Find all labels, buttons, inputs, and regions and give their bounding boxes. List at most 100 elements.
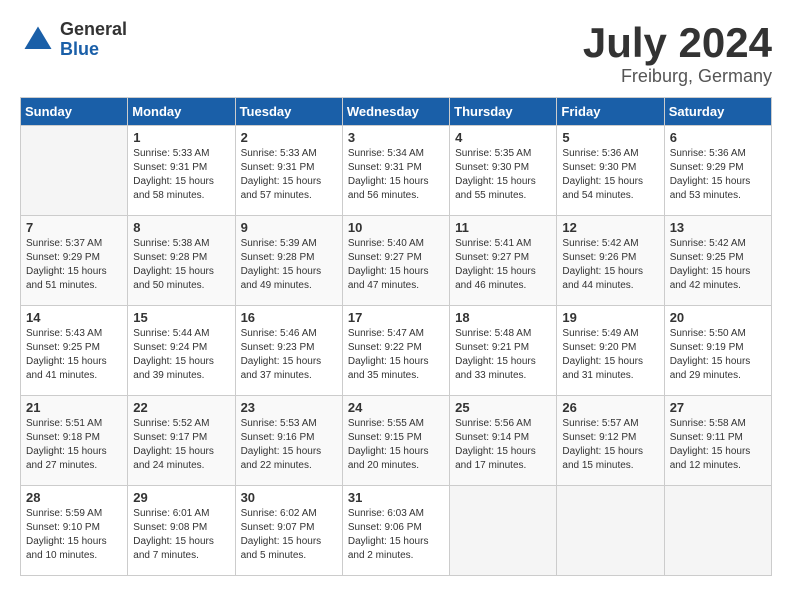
day-number: 24: [348, 400, 444, 415]
day-number: 26: [562, 400, 658, 415]
calendar-body: 1 Sunrise: 5:33 AM Sunset: 9:31 PM Daylig…: [21, 126, 772, 576]
day-number: 25: [455, 400, 551, 415]
day-info: Sunrise: 5:53 AM Sunset: 9:16 PM Dayligh…: [241, 417, 337, 473]
header-wednesday: Wednesday: [342, 98, 449, 126]
calendar-cell: 30 Sunrise: 6:02 AM Sunset: 9:07 PM Dayli…: [235, 486, 342, 576]
day-info: Sunrise: 5:36 AM Sunset: 9:29 PM Dayligh…: [670, 147, 766, 203]
calendar-table: SundayMondayTuesdayWednesdayThursdayFrid…: [20, 97, 772, 576]
calendar-cell: [450, 486, 557, 576]
day-number: 27: [670, 400, 766, 415]
calendar-week-4: 21 Sunrise: 5:51 AM Sunset: 9:18 PM Dayli…: [21, 396, 772, 486]
day-number: 14: [26, 310, 122, 325]
logo-text: General Blue: [60, 20, 127, 60]
calendar-cell: 9 Sunrise: 5:39 AM Sunset: 9:28 PM Daylig…: [235, 216, 342, 306]
header-sunday: Sunday: [21, 98, 128, 126]
calendar-cell: 4Sunrise: 5:35 AM Sunset: 9:30 PM Daylig…: [450, 126, 557, 216]
day-number: 6: [670, 130, 766, 145]
logo-blue: Blue: [60, 40, 127, 60]
calendar-cell: 19 Sunrise: 5:49 AM Sunset: 9:20 PM Dayli…: [557, 306, 664, 396]
calendar-cell: 5Sunrise: 5:36 AM Sunset: 9:30 PM Daylig…: [557, 126, 664, 216]
calendar-week-3: 14 Sunrise: 5:43 AM Sunset: 9:25 PM Dayli…: [21, 306, 772, 396]
location-subtitle: Freiburg, Germany: [583, 66, 772, 87]
calendar-cell: 26Sunrise: 5:57 AM Sunset: 9:12 PM Dayli…: [557, 396, 664, 486]
day-info: Sunrise: 6:02 AM Sunset: 9:07 PM Dayligh…: [241, 507, 337, 563]
calendar-cell: 14 Sunrise: 5:43 AM Sunset: 9:25 PM Dayli…: [21, 306, 128, 396]
day-info: Sunrise: 5:37 AM Sunset: 9:29 PM Dayligh…: [26, 237, 122, 293]
day-number: 1: [133, 130, 229, 145]
calendar-cell: 27Sunrise: 5:58 AM Sunset: 9:11 PM Dayli…: [664, 396, 771, 486]
day-number: 5: [562, 130, 658, 145]
day-number: 17: [348, 310, 444, 325]
logo: General Blue: [20, 20, 127, 60]
calendar-cell: 23 Sunrise: 5:53 AM Sunset: 9:16 PM Dayli…: [235, 396, 342, 486]
calendar-cell: 21 Sunrise: 5:51 AM Sunset: 9:18 PM Dayli…: [21, 396, 128, 486]
day-number: 30: [241, 490, 337, 505]
day-info: Sunrise: 5:35 AM Sunset: 9:30 PM Dayligh…: [455, 147, 551, 203]
day-number: 22: [133, 400, 229, 415]
day-number: 12: [562, 220, 658, 235]
header-saturday: Saturday: [664, 98, 771, 126]
day-number: 23: [241, 400, 337, 415]
day-info: Sunrise: 5:51 AM Sunset: 9:18 PM Dayligh…: [26, 417, 122, 473]
day-number: 21: [26, 400, 122, 415]
calendar-header-row: SundayMondayTuesdayWednesdayThursdayFrid…: [21, 98, 772, 126]
calendar-cell: 22 Sunrise: 5:52 AM Sunset: 9:17 PM Dayli…: [128, 396, 235, 486]
day-info: Sunrise: 5:39 AM Sunset: 9:28 PM Dayligh…: [241, 237, 337, 293]
day-number: 13: [670, 220, 766, 235]
day-number: 11: [455, 220, 551, 235]
day-info: Sunrise: 5:46 AM Sunset: 9:23 PM Dayligh…: [241, 327, 337, 383]
day-number: 29: [133, 490, 229, 505]
day-number: 2: [241, 130, 337, 145]
day-info: Sunrise: 5:34 AM Sunset: 9:31 PM Dayligh…: [348, 147, 444, 203]
day-number: 8: [133, 220, 229, 235]
calendar-cell: 25 Sunrise: 5:56 AM Sunset: 9:14 PM Dayli…: [450, 396, 557, 486]
day-info: Sunrise: 5:40 AM Sunset: 9:27 PM Dayligh…: [348, 237, 444, 293]
calendar-cell: [664, 486, 771, 576]
day-info: Sunrise: 5:59 AM Sunset: 9:10 PM Dayligh…: [26, 507, 122, 563]
calendar-cell: 29 Sunrise: 6:01 AM Sunset: 9:08 PM Dayli…: [128, 486, 235, 576]
calendar-cell: 8 Sunrise: 5:38 AM Sunset: 9:28 PM Daylig…: [128, 216, 235, 306]
day-number: 28: [26, 490, 122, 505]
calendar-week-1: 1 Sunrise: 5:33 AM Sunset: 9:31 PM Daylig…: [21, 126, 772, 216]
day-number: 10: [348, 220, 444, 235]
calendar-cell: [21, 126, 128, 216]
calendar-cell: 3Sunrise: 5:34 AM Sunset: 9:31 PM Daylig…: [342, 126, 449, 216]
calendar-cell: [557, 486, 664, 576]
logo-icon: [20, 22, 56, 58]
day-info: Sunrise: 5:44 AM Sunset: 9:24 PM Dayligh…: [133, 327, 229, 383]
calendar-week-5: 28 Sunrise: 5:59 AM Sunset: 9:10 PM Dayli…: [21, 486, 772, 576]
header-friday: Friday: [557, 98, 664, 126]
calendar-cell: 18Sunrise: 5:48 AM Sunset: 9:21 PM Dayli…: [450, 306, 557, 396]
day-info: Sunrise: 5:56 AM Sunset: 9:14 PM Dayligh…: [455, 417, 551, 473]
logo-general: General: [60, 20, 127, 40]
day-number: 9: [241, 220, 337, 235]
day-info: Sunrise: 5:47 AM Sunset: 9:22 PM Dayligh…: [348, 327, 444, 383]
calendar-cell: 7 Sunrise: 5:37 AM Sunset: 9:29 PM Daylig…: [21, 216, 128, 306]
calendar-cell: 15 Sunrise: 5:44 AM Sunset: 9:24 PM Dayli…: [128, 306, 235, 396]
calendar-cell: 2 Sunrise: 5:33 AM Sunset: 9:31 PM Daylig…: [235, 126, 342, 216]
calendar-cell: 1Sunrise: 5:33 AM Sunset: 9:31 PM Daylig…: [128, 126, 235, 216]
calendar-cell: 10 Sunrise: 5:40 AM Sunset: 9:27 PM Dayli…: [342, 216, 449, 306]
day-info: Sunrise: 5:52 AM Sunset: 9:17 PM Dayligh…: [133, 417, 229, 473]
day-info: Sunrise: 5:38 AM Sunset: 9:28 PM Dayligh…: [133, 237, 229, 293]
day-info: Sunrise: 5:50 AM Sunset: 9:19 PM Dayligh…: [670, 327, 766, 383]
day-info: Sunrise: 5:42 AM Sunset: 9:26 PM Dayligh…: [562, 237, 658, 293]
day-number: 18: [455, 310, 551, 325]
day-number: 19: [562, 310, 658, 325]
calendar-cell: 20 Sunrise: 5:50 AM Sunset: 9:19 PM Dayli…: [664, 306, 771, 396]
day-number: 15: [133, 310, 229, 325]
day-info: Sunrise: 6:01 AM Sunset: 9:08 PM Dayligh…: [133, 507, 229, 563]
calendar-cell: 17 Sunrise: 5:47 AM Sunset: 9:22 PM Dayli…: [342, 306, 449, 396]
day-info: Sunrise: 5:49 AM Sunset: 9:20 PM Dayligh…: [562, 327, 658, 383]
day-info: Sunrise: 5:55 AM Sunset: 9:15 PM Dayligh…: [348, 417, 444, 473]
calendar-week-2: 7 Sunrise: 5:37 AM Sunset: 9:29 PM Daylig…: [21, 216, 772, 306]
calendar-title-block: July 2024 Freiburg, Germany: [583, 20, 772, 87]
month-year-title: July 2024: [583, 20, 772, 66]
day-info: Sunrise: 5:33 AM Sunset: 9:31 PM Dayligh…: [241, 147, 337, 203]
day-number: 7: [26, 220, 122, 235]
day-number: 20: [670, 310, 766, 325]
day-number: 16: [241, 310, 337, 325]
day-info: Sunrise: 5:43 AM Sunset: 9:25 PM Dayligh…: [26, 327, 122, 383]
header-tuesday: Tuesday: [235, 98, 342, 126]
calendar-cell: 6 Sunrise: 5:36 AM Sunset: 9:29 PM Daylig…: [664, 126, 771, 216]
